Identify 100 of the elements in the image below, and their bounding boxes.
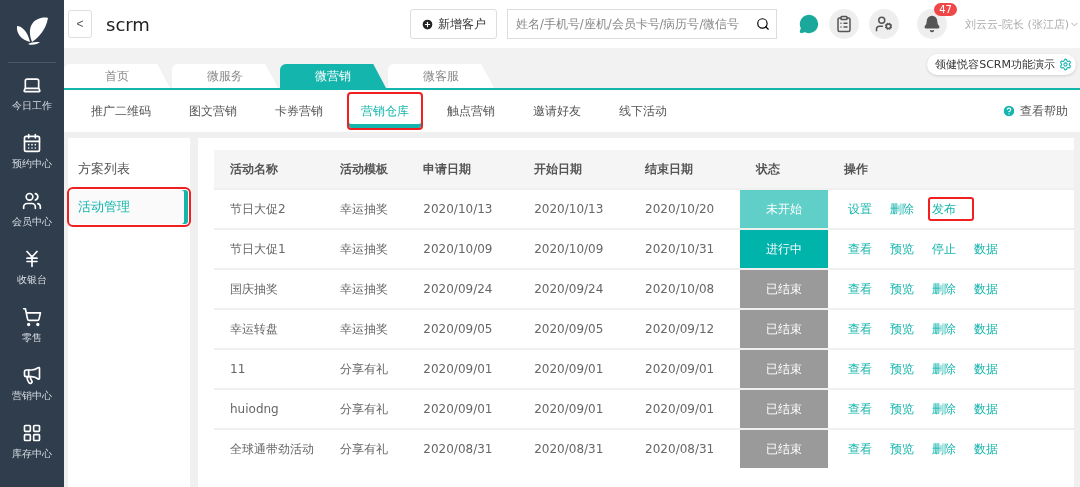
status-cell: 已结束 (740, 309, 828, 349)
action-link[interactable]: 停止 (928, 236, 960, 261)
settings-icon (1059, 58, 1072, 71)
table-cell: 2020/09/01 (518, 389, 630, 429)
main-tab[interactable]: 首页 (64, 64, 170, 88)
user-menu[interactable]: 刘云云-院长 (张江店) (964, 16, 1080, 32)
action-link[interactable]: 预览 (886, 276, 918, 301)
sub-tab[interactable]: 线下活动 (605, 92, 681, 130)
table-cell: 分享有礼 (324, 429, 408, 468)
action-link[interactable]: 预览 (886, 356, 918, 381)
help-icon[interactable] (1002, 104, 1016, 118)
action-link[interactable]: 数据 (970, 396, 1002, 421)
status-cell: 未开始 (740, 189, 828, 229)
main-tab[interactable]: 微客服 (388, 64, 494, 88)
sidebar-item[interactable]: 今日工作 (12, 99, 52, 113)
sidebar-item[interactable]: 会员中心 (12, 215, 52, 229)
page-title: scrm (106, 13, 150, 35)
sidebar-item[interactable]: 预约中心 (12, 157, 52, 171)
table-cell: 2020/08/31 (407, 429, 519, 468)
action-link[interactable]: 删除 (928, 316, 960, 341)
store-selector[interactable]: 领健悦容SCRM功能演示 (927, 54, 1076, 75)
action-link[interactable]: 查看 (844, 316, 876, 341)
action-link[interactable]: 查看 (844, 396, 876, 421)
action-link[interactable]: 预览 (886, 236, 918, 261)
table-cell: 幸运抽奖 (324, 309, 408, 349)
column-header: 状态 (740, 150, 828, 189)
calendar-icon[interactable] (22, 133, 42, 153)
status-cell: 已结束 (740, 269, 828, 309)
column-header: 申请日期 (407, 150, 519, 189)
sub-tab[interactable]: 图文营销 (175, 92, 251, 130)
sidebar-item[interactable]: 零售 (22, 331, 42, 345)
status-cell: 进行中 (740, 229, 828, 269)
action-link[interactable]: 设置 (844, 196, 876, 221)
cart-icon[interactable] (22, 307, 42, 327)
sub-tab[interactable]: 触点营销 (433, 92, 509, 130)
sub-tab[interactable]: 推广二维码 (77, 92, 165, 130)
table-cell: 2020/09/24 (518, 269, 630, 309)
clipboard-icon (834, 15, 853, 33)
chat-icon[interactable] (798, 14, 819, 34)
action-link[interactable]: 数据 (970, 356, 1002, 381)
table-cell: 2020/10/13 (518, 189, 630, 229)
main-tab[interactable]: 微营销 (280, 64, 386, 88)
action-link[interactable]: 查看 (844, 356, 876, 381)
table-cell: 2020/10/09 (407, 229, 519, 269)
users-icon[interactable] (22, 191, 42, 211)
column-header: 结束日期 (629, 150, 740, 189)
menu-item[interactable]: 方案列表 (70, 152, 188, 186)
sidebar-item[interactable]: 收银台 (17, 273, 47, 287)
action-link[interactable]: 删除 (928, 276, 960, 301)
action-link[interactable]: 删除 (928, 396, 960, 421)
team-button[interactable] (868, 9, 899, 39)
table-cell: 全球通带劲活动 (214, 429, 324, 468)
sidebar-item[interactable]: 营销中心 (12, 389, 52, 403)
help-link[interactable]: 查看帮助 (1020, 102, 1068, 120)
table-cell: 11 (214, 349, 324, 389)
megaphone-icon[interactable] (22, 365, 42, 385)
sub-tab[interactable]: 邀请好友 (519, 92, 595, 130)
search-field[interactable]: 姓名/手机号/座机/会员卡号/病历号/微信号 (506, 9, 777, 39)
action-link[interactable]: 预览 (886, 316, 918, 341)
action-link[interactable]: 数据 (970, 236, 1002, 261)
table-cell: 分享有礼 (324, 389, 408, 429)
menu-item[interactable]: 活动管理 (70, 190, 188, 224)
table-cell: 幸运转盘 (214, 309, 324, 349)
table-cell: 国庆抽奖 (214, 269, 324, 309)
table-cell: huiodng (214, 389, 324, 429)
table-cell: 节日大促2 (214, 189, 324, 229)
action-link[interactable]: 数据 (970, 436, 1002, 461)
back-button[interactable]: < (68, 10, 92, 38)
action-link[interactable]: 查看 (844, 236, 876, 261)
main-tab[interactable]: 微服务 (172, 64, 278, 88)
action-link[interactable]: 发布 (928, 196, 974, 221)
butterfly-logo-icon (14, 16, 50, 46)
table-cell: 2020/10/13 (407, 189, 519, 229)
action-link[interactable]: 查看 (844, 436, 876, 461)
laptop-icon[interactable] (22, 75, 42, 95)
column-header: 开始日期 (518, 150, 630, 189)
action-link[interactable]: 查看 (844, 276, 876, 301)
table-cell: 2020/09/05 (518, 309, 630, 349)
column-header: 活动模板 (324, 150, 408, 189)
action-link[interactable]: 数据 (970, 276, 1002, 301)
action-link[interactable]: 数据 (970, 316, 1002, 341)
sidebar-item[interactable]: 库存中心 (12, 447, 52, 461)
action-link[interactable]: 删除 (928, 356, 960, 381)
action-link[interactable]: 删除 (886, 196, 918, 221)
plus-icon (420, 17, 434, 31)
action-link[interactable]: 删除 (928, 436, 960, 461)
action-link[interactable]: 预览 (886, 396, 918, 421)
table-cell: 幸运抽奖 (324, 189, 408, 229)
notification-badge: 47 (934, 3, 957, 16)
status-cell: 已结束 (740, 349, 828, 389)
column-header: 操作 (828, 150, 1074, 189)
table-cell: 幸运抽奖 (324, 269, 408, 309)
sub-tab[interactable]: 营销仓库 (347, 92, 423, 130)
table-cell: 分享有礼 (324, 349, 408, 389)
sub-tab[interactable]: 卡券营销 (261, 92, 337, 130)
call-log-button[interactable] (828, 9, 859, 39)
action-link[interactable]: 预览 (886, 436, 918, 461)
add-customer-button[interactable]: 新增客户 (409, 9, 497, 39)
search-icon[interactable] (755, 17, 770, 31)
grid-icon[interactable] (22, 423, 42, 443)
